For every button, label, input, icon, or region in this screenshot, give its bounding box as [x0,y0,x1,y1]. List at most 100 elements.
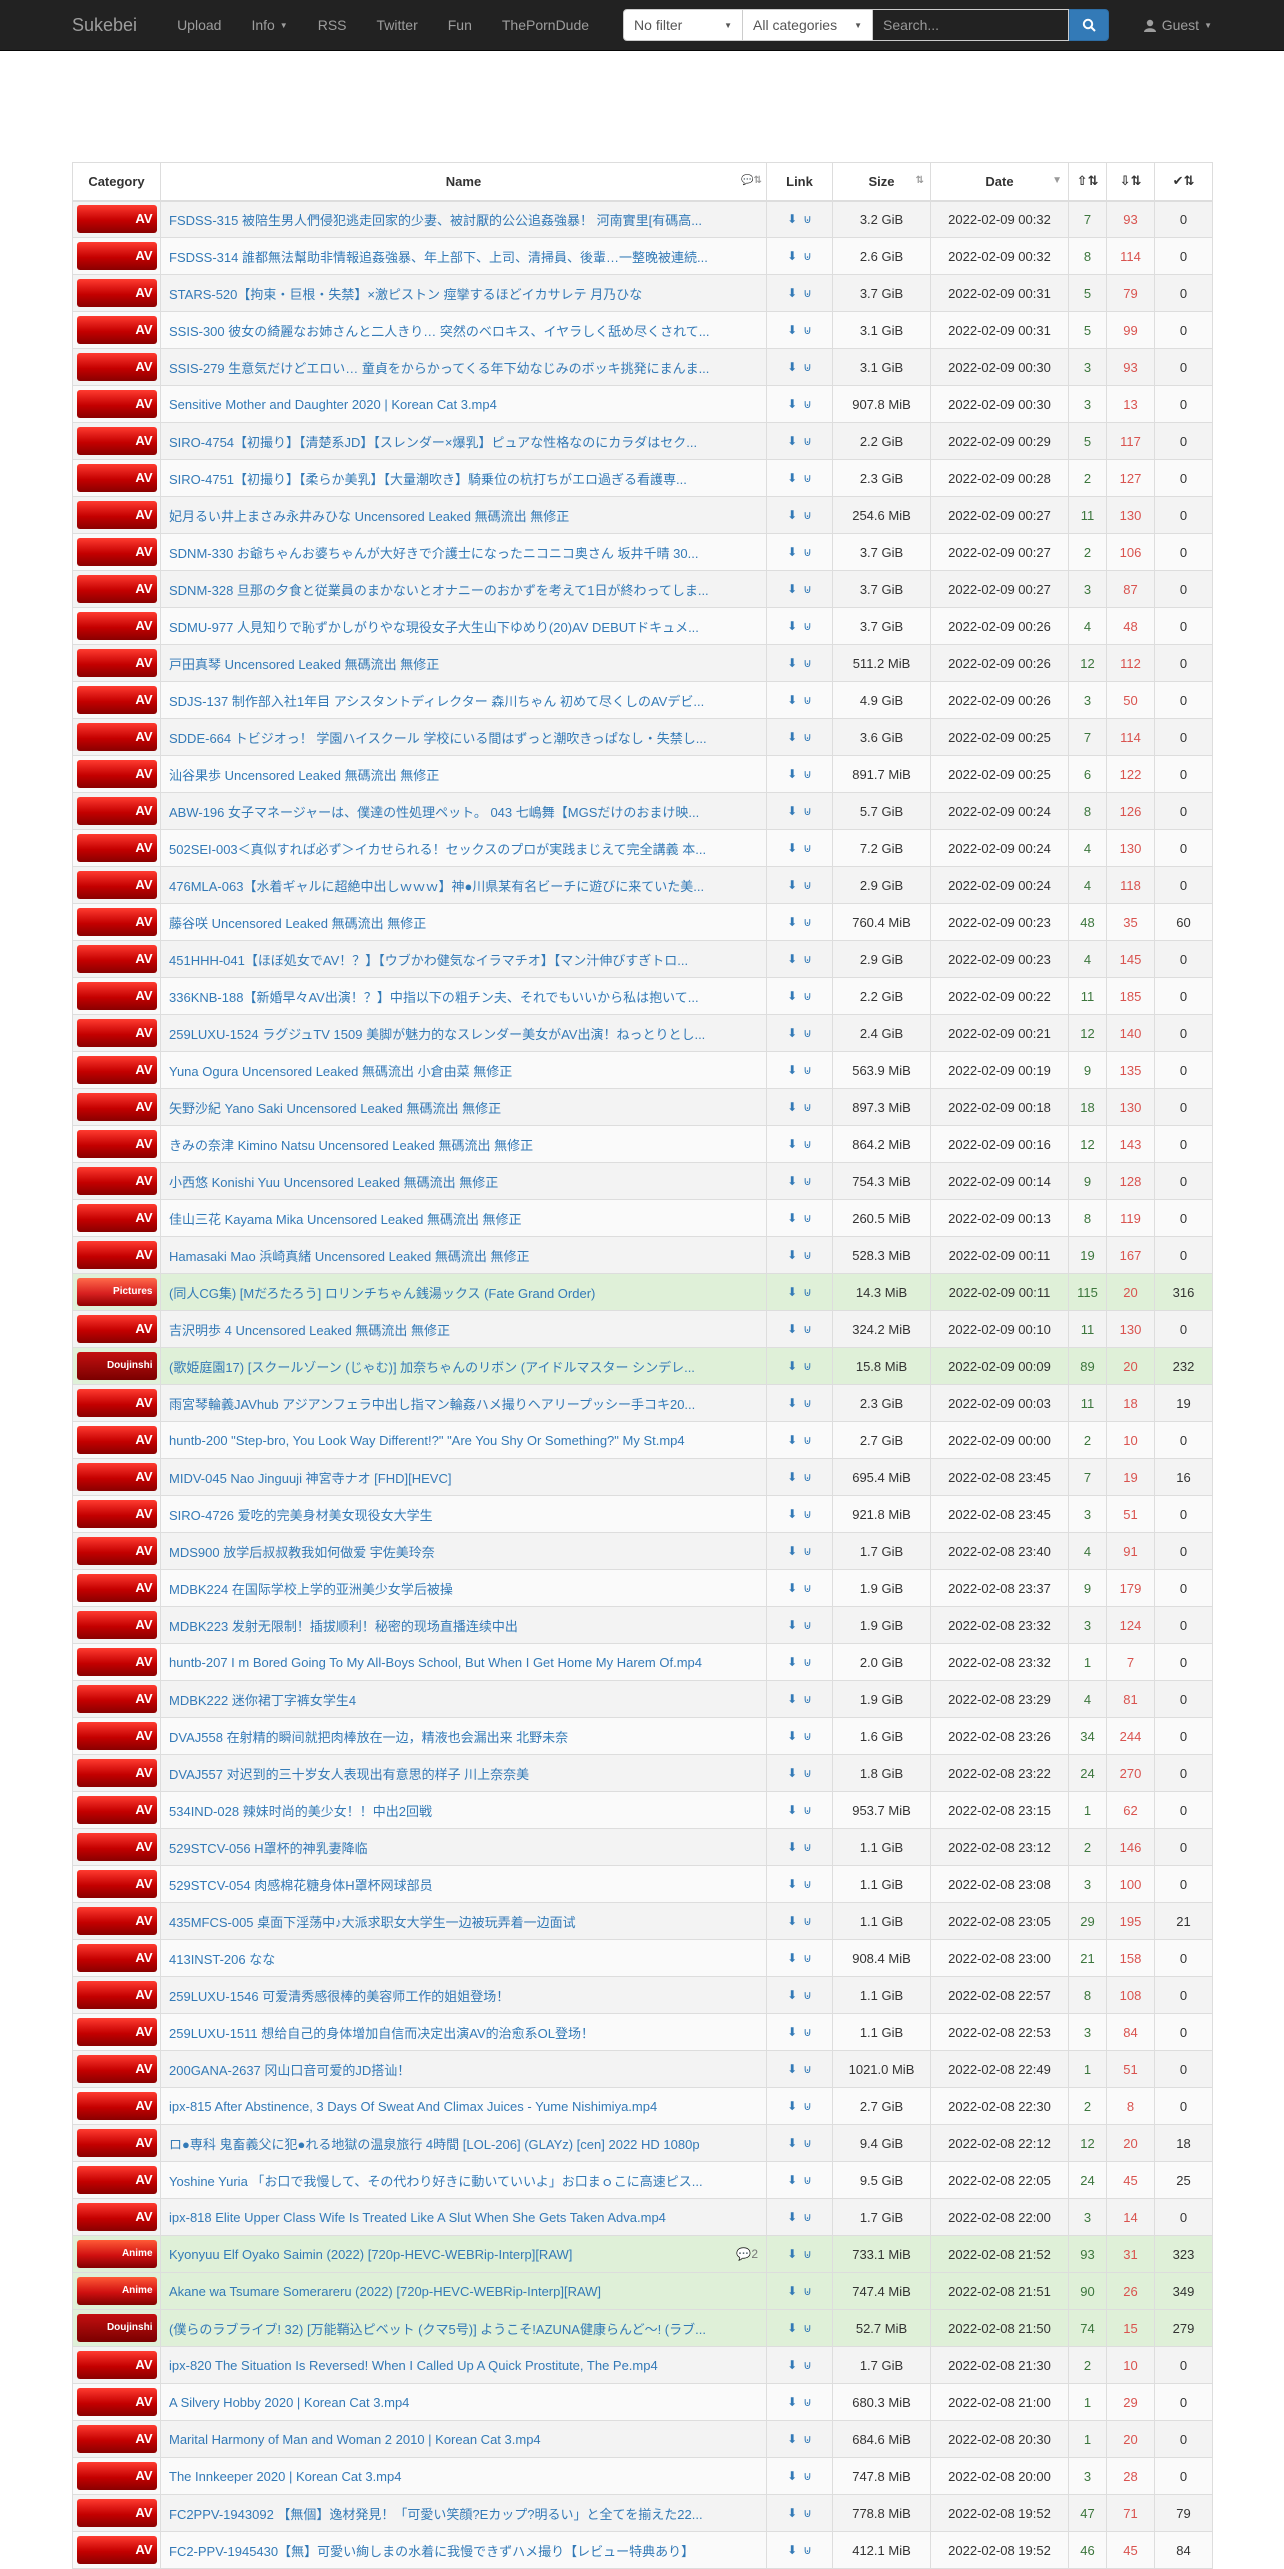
category-badge[interactable]: AV [76,1056,157,1084]
magnet-icon[interactable]: ⊍ [803,878,812,892]
magnet-icon[interactable]: ⊍ [803,2543,812,2557]
torrent-title-link[interactable]: ABW-196 女子マネージャーは、僕達の性処理ペット。 043 七嶋舞【MGS… [169,805,699,820]
magnet-icon[interactable]: ⊍ [803,2469,812,2483]
header-name[interactable]: Name 💬⇅ [160,162,767,202]
category-badge[interactable]: AV [76,2203,157,2231]
torrent-title-link[interactable]: Sensitive Mother and Daughter 2020 | Kor… [169,397,497,412]
torrent-title-link[interactable]: huntb-200 "Step-bro, You Look Way Differ… [169,1433,685,1448]
nav-info-dropdown[interactable]: Info ▼ [251,17,287,33]
download-icon[interactable]: ⬇ [787,841,797,855]
category-badge[interactable]: AV [76,1574,157,1602]
category-badge[interactable]: AV [76,1019,157,1047]
category-badge[interactable]: AV [76,871,157,899]
comments-count[interactable]: 💬2 [736,2247,758,2261]
torrent-title-link[interactable]: 529STCV-054 肉感棉花糖身体H罩杯网球部员 [169,1878,433,1893]
category-badge[interactable]: AV [76,205,157,234]
magnet-icon[interactable]: ⊍ [803,2358,812,2372]
category-select[interactable]: All categories ▼ [743,9,874,41]
magnet-icon[interactable]: ⊍ [803,1100,812,1114]
magnet-icon[interactable]: ⊍ [803,2247,812,2261]
torrent-title-link[interactable]: FC2PPV-1943092 【無個】逸材発見！「可愛い笑顔?Eカップ?明るい」… [169,2507,703,2522]
download-icon[interactable]: ⬇ [787,1581,797,1595]
magnet-icon[interactable]: ⊍ [803,693,812,707]
header-date[interactable]: Date ▼ [930,162,1069,202]
download-icon[interactable]: ⬇ [787,656,797,670]
torrent-title-link[interactable]: ipx-820 The Situation Is Reversed! When … [169,2358,658,2373]
category-badge[interactable]: AV [76,1685,157,1713]
magnet-icon[interactable]: ⊍ [803,1507,812,1521]
torrent-title-link[interactable]: 435MFCS-005 桌面下淫荡中♪大派求职女大学生一边被玩弄着一边面试 [169,1915,576,1930]
download-icon[interactable]: ⬇ [787,767,797,781]
torrent-title-link[interactable]: FSDSS-314 誰都無法幫助非情報追姦強暴、年上部下、上司、清掃員、後輩…一… [169,250,708,265]
magnet-icon[interactable]: ⊍ [803,2506,812,2520]
torrent-title-link[interactable]: (歌姫庭園17) [スクールゾーン (じゃむ)] 加奈ちゃんのリボン (アイドル… [169,1360,695,1375]
download-icon[interactable]: ⬇ [787,1655,797,1669]
torrent-title-link[interactable]: 小西悠 Konishi Yuu Uncensored Leaked 無碼流出 無… [169,1175,498,1190]
category-badge[interactable]: AV [76,1907,157,1935]
torrent-title-link[interactable]: 259LUXU-1546 可爱清秀感很棒的美容师工作的姐姐登场！ [169,1989,509,2004]
download-icon[interactable]: ⬇ [787,2321,797,2335]
download-icon[interactable]: ⬇ [787,1507,797,1521]
category-badge[interactable]: AV [76,2425,157,2453]
magnet-icon[interactable]: ⊍ [803,1396,812,1410]
magnet-icon[interactable]: ⊍ [803,471,812,485]
magnet-icon[interactable]: ⊍ [803,1877,812,1891]
magnet-icon[interactable]: ⊍ [803,730,812,744]
magnet-icon[interactable]: ⊍ [803,1063,812,1077]
magnet-icon[interactable]: ⊍ [803,767,812,781]
category-badge[interactable]: AV [76,2055,157,2083]
category-badge[interactable]: AV [76,2351,157,2379]
torrent-title-link[interactable]: 534IND-028 辣妹时尚的美少女！！中出2回戦 [169,1804,432,1819]
category-badge[interactable]: AV [76,797,157,825]
category-badge[interactable]: AV [76,1426,157,1454]
torrent-title-link[interactable]: MDS900 放学后叔叔教我如何做爱 宇佐美玲奈 [169,1545,435,1560]
magnet-icon[interactable]: ⊍ [803,212,812,226]
magnet-icon[interactable]: ⊍ [803,1433,812,1447]
torrent-title-link[interactable]: SIRO-4754【初撮り】【清楚系JD】【スレンダー×爆乳】ピュアな性格なのに… [169,435,697,450]
torrent-title-link[interactable]: 汕谷果歩 Uncensored Leaked 無碼流出 無修正 [169,768,439,783]
magnet-icon[interactable]: ⊍ [803,656,812,670]
torrent-title-link[interactable]: Yoshine Yuria 「お口で我慢して、その代わり好きに動いていいよ」お口… [169,2174,703,2189]
category-badge[interactable]: AV [76,1722,157,1750]
magnet-icon[interactable]: ⊍ [803,952,812,966]
category-badge[interactable]: AV [76,908,157,936]
category-badge[interactable]: Pictures [76,1278,157,1306]
torrent-title-link[interactable]: STARS-520【拘束・巨根・失禁】×激ピストン 痙攣するほどイカサレテ 月乃… [169,287,642,302]
torrent-title-link[interactable]: 吉沢明歩 4 Uncensored Leaked 無碼流出 無修正 [169,1323,450,1338]
magnet-icon[interactable]: ⊍ [803,1618,812,1632]
download-icon[interactable]: ⬇ [787,2062,797,2076]
nav-upload[interactable]: Upload [177,17,221,33]
torrent-title-link[interactable]: ロ●専科 鬼畜義父に犯●れる地獄の温泉旅行 4時間 [LOL-206] (GLA… [169,2137,700,2152]
download-icon[interactable]: ⬇ [787,1729,797,1743]
magnet-icon[interactable]: ⊍ [803,989,812,1003]
download-icon[interactable]: ⬇ [787,915,797,929]
magnet-icon[interactable]: ⊍ [803,323,812,337]
category-badge[interactable]: AV [76,1241,157,1269]
download-icon[interactable]: ⬇ [787,249,797,263]
magnet-icon[interactable]: ⊍ [803,1803,812,1817]
torrent-title-link[interactable]: FC2-PPV-1945430【無】可愛い絢しまの水着に我慢できずハメ撮り【レビ… [169,2544,694,2559]
torrent-title-link[interactable]: MDBK224 在国际学校上学的亚洲美少女学后被操 [169,1582,453,1597]
torrent-title-link[interactable]: 佳山三花 Kayama Mika Uncensored Leaked 無碼流出 … [169,1212,522,1227]
search-input[interactable]: Search... [873,9,1070,41]
magnet-icon[interactable]: ⊍ [803,1729,812,1743]
download-icon[interactable]: ⬇ [787,2395,797,2409]
category-badge[interactable]: AV [76,1093,157,1121]
header-seeders[interactable]: ⇧⇅ [1068,162,1107,202]
category-badge[interactable]: AV [76,1315,157,1343]
category-badge[interactable]: AV [76,2536,157,2564]
category-badge[interactable]: AV [76,649,157,677]
category-badge[interactable]: AV [76,1648,157,1676]
magnet-icon[interactable]: ⊍ [803,397,812,411]
category-badge[interactable]: AV [76,316,157,344]
torrent-title-link[interactable]: Akane wa Tsumare Somerareru (2022) [720p… [169,2284,601,2299]
magnet-icon[interactable]: ⊍ [803,1544,812,1558]
torrent-title-link[interactable]: DVAJ557 对迟到的三十岁女人表现出有意思的样子 川上奈奈美 [169,1767,529,1782]
download-icon[interactable]: ⬇ [787,2506,797,2520]
category-badge[interactable]: Doujinshi [76,1352,157,1380]
category-badge[interactable]: AV [76,1537,157,1565]
download-icon[interactable]: ⬇ [787,1840,797,1854]
torrent-title-link[interactable]: (同人CG集) [Mだろたろう] ロリンチちゃん銭湯ックス (Fate Gran… [169,1286,595,1301]
category-badge[interactable]: AV [76,2388,157,2416]
category-badge[interactable]: AV [76,575,157,603]
